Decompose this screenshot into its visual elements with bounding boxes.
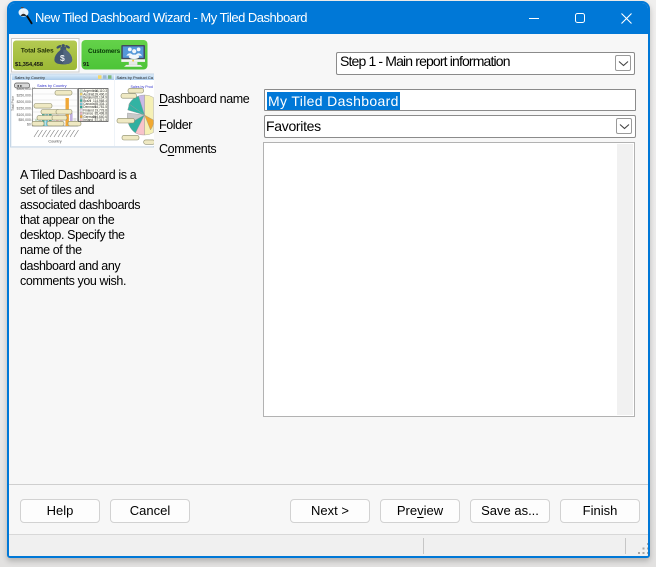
svg-text:Sales by Product Ca: Sales by Product Ca [116, 75, 153, 80]
svg-text:Total Sales: Total Sales [20, 48, 53, 55]
svg-text:$: $ [60, 53, 65, 63]
svg-text:$1,354,458: $1,354,458 [15, 62, 43, 68]
svg-text:Ireland: Ireland [83, 118, 93, 122]
svg-text:Sales by Country: Sales by Country [14, 75, 44, 80]
svg-text:91: 91 [83, 62, 89, 68]
svg-text:Country: Country [48, 140, 61, 144]
svg-text:57,317.4: 57,317.4 [94, 118, 107, 122]
svg-text:Sales by Country: Sales by Country [37, 83, 67, 88]
svg-text:Customers: Customers [88, 48, 121, 55]
svg-text:Total Price: Total Price [11, 96, 15, 111]
